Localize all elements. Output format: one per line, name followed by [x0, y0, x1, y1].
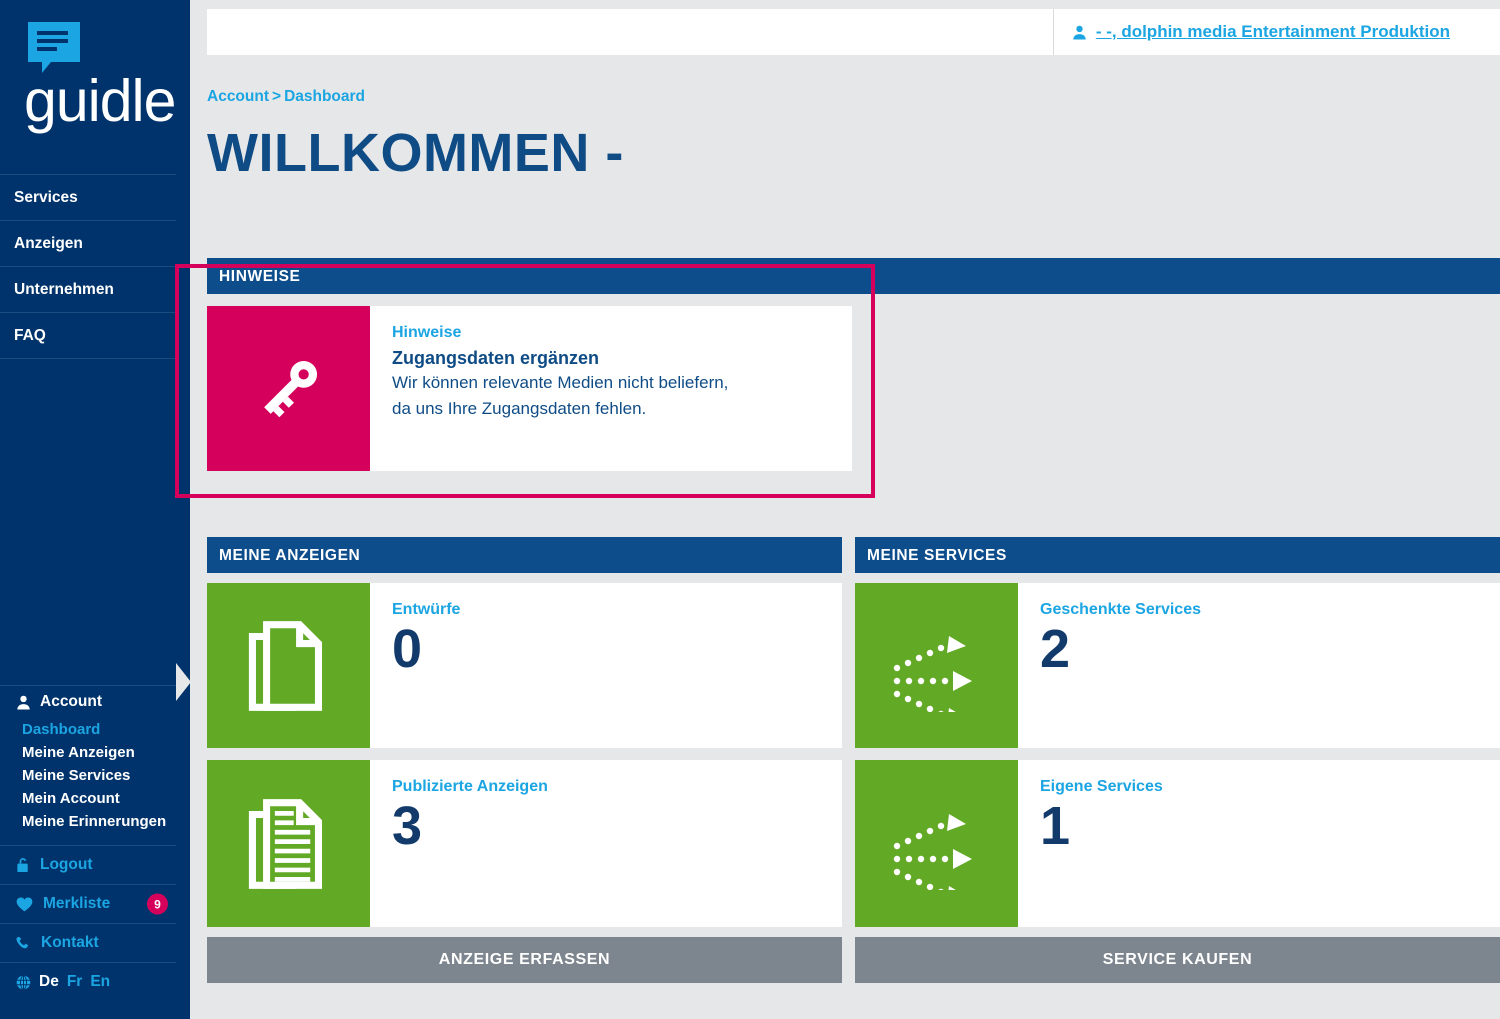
publizierte-text: Publizierte Anzeigen 3 — [370, 760, 570, 927]
anzeige-erfassen-button[interactable]: ANZEIGE ERFASSEN — [207, 937, 842, 983]
entwuerfe-count: 0 — [392, 619, 423, 679]
eigene-count: 1 — [1040, 796, 1071, 856]
page-title: WILLKOMMEN - — [207, 123, 624, 183]
language-en[interactable]: En — [90, 973, 110, 991]
speech-bubble-icon — [28, 22, 80, 73]
brand-name: guidle — [24, 68, 176, 134]
breadcrumb: Account > Dashboard — [207, 88, 365, 106]
panel-hinweise-header: HINWEISE — [207, 258, 1500, 294]
entwuerfe-text: Entwürfe 0 — [370, 583, 482, 748]
user-icon — [16, 695, 31, 710]
account-nav: Account Dashboard Meine Anzeigen Meine S… — [0, 685, 190, 1001]
hinweis-card-kicker: Hinweise — [392, 324, 462, 341]
language-de[interactable]: De — [39, 973, 59, 991]
panel-meine-services: MEINE SERVICES Geschenkte Services 2 Eig… — [855, 537, 1500, 983]
account-sublinks: Dashboard Meine Anzeigen Meine Services … — [0, 718, 190, 833]
geschenkte-label: Geschenkte Services — [1040, 601, 1201, 618]
panel-meine-anzeigen: MEINE ANZEIGEN Entwürfe 0 Publizierte An… — [207, 537, 842, 983]
publizierte-icon-box — [207, 760, 370, 927]
sidebar-item-anzeigen[interactable]: Anzeigen — [0, 220, 176, 266]
sidebar-item-dashboard[interactable]: Dashboard — [0, 718, 190, 741]
logout-label: Logout — [40, 856, 93, 873]
merkliste-label: Merkliste — [43, 895, 111, 912]
sidebar-item-services[interactable]: Services — [0, 174, 176, 220]
panel-meine-services-header: MEINE SERVICES — [855, 537, 1500, 573]
kontakt-link[interactable]: Kontakt — [0, 923, 176, 962]
merkliste-link[interactable]: Merkliste 9 — [0, 884, 176, 923]
phone-icon — [16, 936, 31, 951]
service-kaufen-button[interactable]: SERVICE KAUFEN — [855, 937, 1500, 983]
sidebar-item-faq[interactable]: FAQ — [0, 312, 176, 359]
card-entwuerfe[interactable]: Entwürfe 0 — [207, 583, 842, 748]
hinweis-card-icon-box — [207, 306, 370, 471]
card-geschenkte-services[interactable]: Geschenkte Services 2 — [855, 583, 1500, 748]
panel-hinweise-body: Hinweise Zugangsdaten ergänzen Wir könne… — [207, 294, 1500, 493]
key-icon — [263, 360, 317, 417]
header-user-link[interactable]: - -, dolphin media Entertainment Produkt… — [1054, 22, 1500, 42]
header-user-label: - -, dolphin media Entertainment Produkt… — [1095, 22, 1450, 41]
distribution-arrows-icon — [893, 635, 972, 712]
publizierte-count: 3 — [392, 796, 423, 856]
geschenkte-text: Geschenkte Services 2 — [1018, 583, 1223, 748]
hinweis-card-text: Hinweise Zugangsdaten ergänzen Wir könne… — [370, 306, 750, 471]
hinweis-card-desc-line2: da uns Ihre Zugangsdaten fehlen. — [392, 399, 647, 418]
breadcrumb-account[interactable]: Account — [207, 88, 269, 105]
breadcrumb-dashboard[interactable]: Dashboard — [284, 88, 365, 105]
globe-icon — [16, 974, 31, 990]
geschenkte-icon-box — [855, 583, 1018, 748]
account-header-label: Account — [40, 693, 102, 710]
primary-nav: Services Anzeigen Unternehmen FAQ — [0, 174, 190, 359]
heart-icon — [16, 897, 33, 912]
distribution-arrows-icon — [893, 813, 972, 890]
blank-document-icon — [248, 620, 322, 711]
panel-meine-anzeigen-header: MEINE ANZEIGEN — [207, 537, 842, 573]
eigene-label: Eigene Services — [1040, 778, 1163, 795]
sidebar: guidle Services Anzeigen Unternehmen FAQ… — [0, 0, 190, 1019]
merkliste-badge: 9 — [147, 893, 168, 915]
sidebar-item-meine-erinnerungen[interactable]: Meine Erinnerungen — [0, 810, 190, 833]
publizierte-label: Publizierte Anzeigen — [392, 778, 548, 795]
sidebar-item-meine-services[interactable]: Meine Services — [0, 764, 190, 787]
language-switcher: De Fr En — [0, 962, 176, 1001]
user-icon — [1072, 25, 1087, 40]
sidebar-item-meine-anzeigen[interactable]: Meine Anzeigen — [0, 741, 190, 764]
lock-icon — [16, 857, 30, 873]
panel-hinweise: HINWEISE Hinweise Zugangsdaten ergänzen … — [207, 258, 1500, 493]
eigene-text: Eigene Services 1 — [1018, 760, 1185, 927]
brand-logo[interactable]: guidle — [0, 0, 190, 134]
main-content: - -, dolphin media Entertainment Produkt… — [207, 0, 1500, 1019]
kontakt-label: Kontakt — [41, 934, 99, 951]
card-publizierte-anzeigen[interactable]: Publizierte Anzeigen 3 — [207, 760, 842, 927]
entwuerfe-icon-box — [207, 583, 370, 748]
lined-document-icon — [248, 798, 322, 889]
hinweis-card-desc-line1: Wir können relevante Medien nicht belief… — [392, 373, 729, 392]
language-fr[interactable]: Fr — [67, 973, 83, 991]
sidebar-item-mein-account[interactable]: Mein Account — [0, 787, 190, 810]
sidebar-gutter — [190, 0, 207, 1019]
hinweis-card-title: Zugangsdaten ergänzen — [392, 348, 600, 368]
card-eigene-services[interactable]: Eigene Services 1 — [855, 760, 1500, 927]
sidebar-item-unternehmen[interactable]: Unternehmen — [0, 266, 176, 312]
breadcrumb-separator: > — [272, 88, 282, 105]
entwuerfe-label: Entwürfe — [392, 601, 461, 618]
hinweis-card[interactable]: Hinweise Zugangsdaten ergänzen Wir könne… — [207, 306, 852, 471]
geschenkte-count: 2 — [1040, 619, 1071, 679]
eigene-icon-box — [855, 760, 1018, 927]
active-item-pointer — [176, 663, 191, 701]
top-header-bar: - -, dolphin media Entertainment Produkt… — [207, 9, 1500, 55]
logout-link[interactable]: Logout — [0, 845, 176, 884]
account-header[interactable]: Account — [0, 685, 176, 718]
